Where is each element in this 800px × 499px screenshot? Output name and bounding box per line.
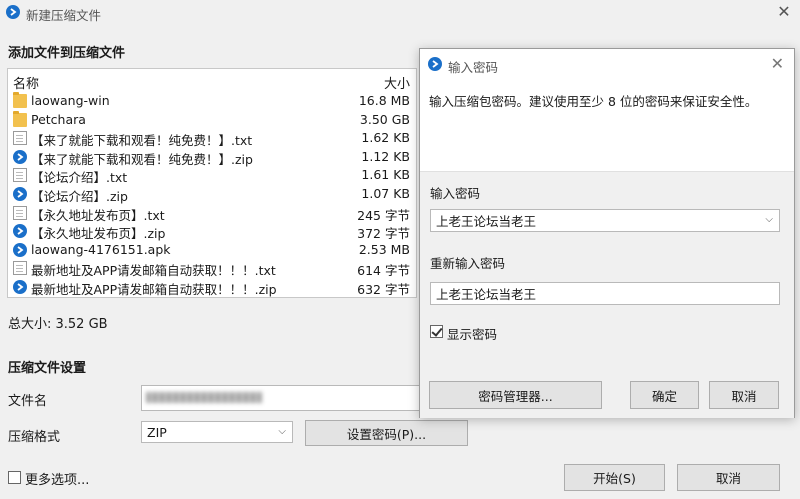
show-password-checkbox[interactable]	[430, 325, 443, 338]
format-select[interactable]: ZIP ⌵	[141, 421, 293, 443]
file-name: 最新地址及APP请发邮箱自动获取！！！.zip	[31, 282, 277, 297]
list-item[interactable]: 【来了就能下载和观看！纯免费！】.txt 1.62 KB	[8, 129, 416, 148]
file-size: 614 字节	[357, 263, 410, 279]
file-name: 【论坛介绍】.txt	[31, 170, 128, 186]
settings-heading: 压缩文件设置	[8, 361, 87, 376]
file-size: 16.8 MB	[358, 93, 410, 108]
list-item[interactable]: 【论坛介绍】.zip 1.07 KB	[8, 185, 416, 204]
zip-file-icon	[13, 224, 27, 239]
file-size: 1.12 KB	[361, 148, 410, 164]
format-value: ZIP	[147, 424, 167, 440]
list-item[interactable]: Petchara 3.50 GB	[8, 110, 416, 130]
dialog-title: 输入密码	[448, 60, 499, 75]
text-file-icon	[13, 205, 27, 220]
chevron-down-icon: ⌵	[278, 426, 286, 437]
file-name: 【永久地址发布页】.txt	[31, 207, 165, 223]
file-size: 1.61 KB	[361, 167, 410, 183]
zip-file-icon	[13, 187, 27, 201]
password-dialog: 输入密码 ✕ 输入压缩包密码。建议使用至少 8 位的密码来保证安全性。 输入密码…	[419, 48, 795, 418]
zip-file-icon	[13, 280, 27, 294]
folder-icon	[13, 92, 27, 108]
confirm-password-input[interactable]: 上老王论坛当老王	[430, 282, 780, 305]
confirm-password-label: 重新输入密码	[430, 256, 506, 271]
text-file-icon	[13, 261, 27, 276]
format-label: 压缩格式	[8, 430, 61, 445]
cancel-button[interactable]: 取消	[677, 464, 780, 491]
column-name-header[interactable]: 名称	[13, 73, 39, 92]
file-size: 632 字节	[357, 282, 410, 297]
password-input[interactable]: 上老王论坛当老王 ⌵	[430, 209, 780, 232]
file-size: 3.50 GB	[359, 111, 410, 127]
file-name: 【来了就能下载和观看！纯免费！】.txt	[31, 133, 253, 149]
dialog-close-button[interactable]: ✕	[771, 54, 784, 73]
password-manager-button[interactable]: 密码管理器...	[429, 381, 602, 409]
dialog-cancel-button[interactable]: 取消	[709, 381, 779, 409]
list-item[interactable]: 最新地址及APP请发邮箱自动获取！！！.txt 614 字节	[8, 259, 416, 278]
file-name: laowang-win	[31, 93, 110, 108]
set-password-button[interactable]: 设置密码(P)...	[305, 420, 468, 446]
blurred-filename	[146, 392, 262, 403]
file-name: Petchara	[31, 111, 86, 127]
list-item[interactable]: 最新地址及APP请发邮箱自动获取！！！.zip 632 字节	[8, 278, 416, 297]
show-password-label: 显示密码	[447, 327, 498, 342]
file-size: 1.62 KB	[361, 130, 410, 146]
text-file-icon	[13, 131, 27, 146]
filename-label: 文件名	[8, 394, 48, 409]
file-name: 最新地址及APP请发邮箱自动获取！！！.txt	[31, 263, 276, 279]
password-value: 上老王论坛当老王	[436, 214, 537, 229]
folder-icon	[13, 110, 27, 127]
list-item[interactable]: laowang-4176151.apk 2.53 MB	[8, 241, 416, 260]
list-item[interactable]: 【论坛介绍】.txt 1.61 KB	[8, 166, 416, 185]
window-title: 新建压缩文件	[26, 8, 102, 23]
file-name: 【来了就能下载和观看！纯免费！】.zip	[31, 151, 253, 167]
more-options-checkbox[interactable]	[8, 471, 21, 484]
file-size: 1.07 KB	[361, 186, 410, 201]
dialog-description: 输入压缩包密码。建议使用至少 8 位的密码来保证安全性。	[429, 94, 758, 109]
password-label: 输入密码	[430, 186, 481, 201]
more-options-label: 更多选项...	[25, 473, 90, 488]
filename-input[interactable]	[141, 385, 421, 411]
file-name: 【永久地址发布页】.zip	[31, 226, 166, 242]
text-file-icon	[13, 168, 27, 183]
zip-file-icon	[13, 149, 27, 164]
ok-button[interactable]: 确定	[630, 381, 699, 409]
file-size: 245 字节	[357, 207, 410, 223]
list-item[interactable]: 【永久地址发布页】.txt 245 字节	[8, 204, 416, 223]
total-size: 总大小: 3.52 GB	[8, 317, 108, 332]
chevron-down-icon[interactable]: ⌵	[765, 214, 773, 225]
start-button[interactable]: 开始(S)	[564, 464, 665, 491]
file-name: laowang-4176151.apk	[31, 241, 171, 257]
file-name: 【论坛介绍】.zip	[31, 189, 128, 204]
confirm-password-value: 上老王论坛当老王	[436, 287, 537, 302]
window-close-button[interactable]: ✕	[772, 1, 796, 23]
apk-file-icon	[13, 242, 27, 257]
file-size: 2.53 MB	[358, 241, 410, 257]
file-list[interactable]: 名称 大小 laowang-win 16.8 MB Petchara 3.50 GB 【…	[7, 68, 417, 298]
list-item[interactable]: 【永久地址发布页】.zip 372 字节	[8, 222, 416, 241]
file-list-header: 名称 大小	[8, 69, 416, 92]
dialog-logo-icon	[428, 57, 442, 71]
list-item[interactable]: 【来了就能下载和观看！纯免费！】.zip 1.12 KB	[8, 148, 416, 167]
list-item[interactable]: laowang-win 16.8 MB	[8, 92, 416, 111]
column-size-header[interactable]: 大小	[384, 73, 410, 92]
title-bar: 新建压缩文件 ✕	[0, 0, 800, 26]
app-logo-icon	[6, 5, 20, 19]
file-size: 372 字节	[357, 226, 410, 242]
add-files-heading: 添加文件到压缩文件	[8, 46, 126, 61]
